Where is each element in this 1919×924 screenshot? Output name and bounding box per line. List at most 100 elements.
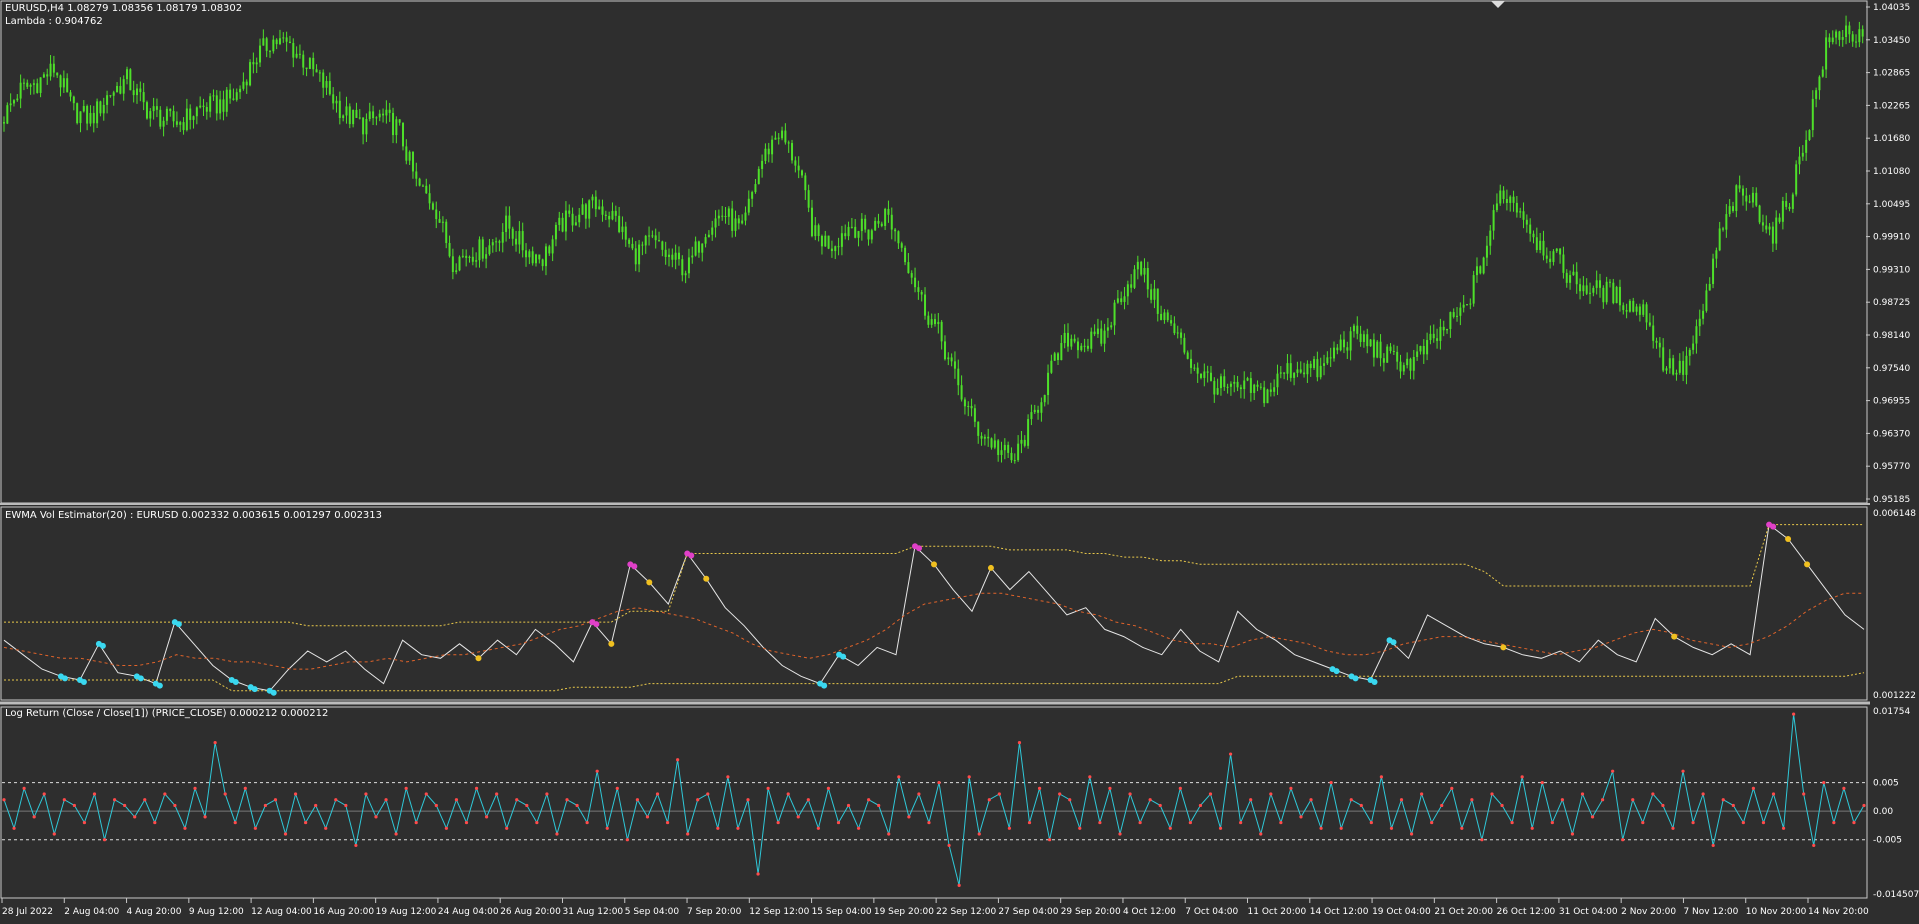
candle-body[interactable] xyxy=(1130,284,1133,288)
candle-body[interactable] xyxy=(1811,98,1814,131)
candle-body[interactable] xyxy=(1156,288,1159,314)
candle-body[interactable] xyxy=(777,137,780,139)
candle-body[interactable] xyxy=(594,196,597,210)
candle-body[interactable] xyxy=(907,262,910,274)
log-return-point[interactable] xyxy=(434,803,438,808)
candle-body[interactable] xyxy=(977,421,980,436)
candle-body[interactable] xyxy=(920,291,923,295)
log-return-point[interactable] xyxy=(635,798,640,802)
candle-body[interactable] xyxy=(1745,195,1748,202)
candle-body[interactable] xyxy=(1017,443,1020,461)
candle-body[interactable] xyxy=(1589,292,1592,294)
vol-high-marker[interactable] xyxy=(631,563,638,570)
candle-body[interactable] xyxy=(564,210,567,232)
candle-body[interactable] xyxy=(558,217,561,225)
candle-body[interactable] xyxy=(46,74,49,77)
candle-body[interactable] xyxy=(1273,387,1276,392)
log-return-point[interactable] xyxy=(384,798,388,802)
log-return-point[interactable] xyxy=(1239,820,1243,825)
candle-body[interactable] xyxy=(1791,194,1794,209)
log-return-point[interactable] xyxy=(454,798,459,802)
candle-body[interactable] xyxy=(917,287,920,292)
candle-body[interactable] xyxy=(691,255,694,258)
candle-body[interactable] xyxy=(142,92,145,103)
log-return-point[interactable] xyxy=(354,843,358,848)
candle-body[interactable] xyxy=(1063,332,1066,343)
candle-body[interactable] xyxy=(761,160,764,169)
candle-body[interactable] xyxy=(1732,206,1734,211)
candle-body[interactable] xyxy=(1263,387,1266,404)
log-return-point[interactable] xyxy=(1088,775,1092,779)
candle-body[interactable] xyxy=(1076,341,1079,351)
candle-body[interactable] xyxy=(36,83,39,93)
candle-body[interactable] xyxy=(1010,452,1013,461)
candle-body[interactable] xyxy=(392,112,395,136)
log-return-point[interactable] xyxy=(746,798,750,802)
candle-body[interactable] xyxy=(382,113,385,116)
candle-body[interactable] xyxy=(1313,359,1316,369)
candle-body[interactable] xyxy=(1845,25,1848,38)
candle-body[interactable] xyxy=(1818,76,1821,91)
candle-body[interactable] xyxy=(1858,29,1861,43)
candle-body[interactable] xyxy=(947,357,950,360)
log-return-point[interactable] xyxy=(1721,798,1725,802)
log-return-point[interactable] xyxy=(1842,786,1846,790)
log-return-point[interactable] xyxy=(1048,838,1052,842)
candle-body[interactable] xyxy=(1505,199,1508,203)
candle-body[interactable] xyxy=(1575,271,1578,285)
log-return-point[interactable] xyxy=(1631,798,1635,802)
candle-body[interactable] xyxy=(1200,373,1202,378)
candle-body[interactable] xyxy=(42,74,45,78)
candle-body[interactable] xyxy=(1529,224,1532,234)
candle-body[interactable] xyxy=(1725,214,1728,230)
candle-body[interactable] xyxy=(126,69,129,80)
candle-body[interactable] xyxy=(398,119,401,123)
candle-body[interactable] xyxy=(272,39,275,52)
log-return-point[interactable] xyxy=(595,769,599,773)
candle-body[interactable] xyxy=(145,102,148,119)
log-return-point[interactable] xyxy=(846,803,851,808)
candle-body[interactable] xyxy=(1193,367,1196,369)
log-return-point[interactable] xyxy=(22,786,26,790)
log-return-point[interactable] xyxy=(92,792,97,796)
log-return-point[interactable] xyxy=(806,798,810,802)
candle-body[interactable] xyxy=(1253,384,1256,393)
candle-body[interactable] xyxy=(488,245,491,255)
candle-body[interactable] xyxy=(668,254,670,257)
candle-body[interactable] xyxy=(890,214,893,230)
candle-body[interactable] xyxy=(1033,409,1036,413)
candle-body[interactable] xyxy=(847,226,850,237)
candle-body[interactable] xyxy=(591,196,594,201)
candle-body[interactable] xyxy=(102,104,105,114)
candle-body[interactable] xyxy=(1379,341,1382,359)
candle-body[interactable] xyxy=(431,203,434,210)
candle-body[interactable] xyxy=(970,405,973,409)
candle-body[interactable] xyxy=(235,92,238,100)
log-return-point[interactable] xyxy=(1812,843,1816,848)
candle-body[interactable] xyxy=(1336,347,1339,351)
candle-body[interactable] xyxy=(1848,25,1851,35)
candle-body[interactable] xyxy=(554,224,557,240)
candle-body[interactable] xyxy=(1126,284,1129,297)
candle-body[interactable] xyxy=(1060,342,1063,361)
log-return-point[interactable] xyxy=(696,798,700,802)
candle-body[interactable] xyxy=(787,142,790,144)
log-return-point[interactable] xyxy=(1369,820,1373,825)
candle-body[interactable] xyxy=(1283,372,1286,374)
candle-body[interactable] xyxy=(1741,188,1744,196)
log-return-point[interactable] xyxy=(1108,786,1112,790)
candle-body[interactable] xyxy=(375,117,378,119)
candle-body[interactable] xyxy=(172,111,175,122)
candle-body[interactable] xyxy=(1499,190,1502,204)
candle-body[interactable] xyxy=(1615,286,1618,304)
candle-body[interactable] xyxy=(295,53,298,58)
log-return-point[interactable] xyxy=(776,820,780,825)
log-return-point[interactable] xyxy=(163,792,167,796)
candle-body[interactable] xyxy=(781,130,784,139)
log-return-point[interactable] xyxy=(495,792,499,796)
candle-body[interactable] xyxy=(574,222,577,226)
candle-body[interactable] xyxy=(495,241,498,243)
candle-body[interactable] xyxy=(1539,240,1542,250)
candle-body[interactable] xyxy=(531,251,534,264)
log-return-point[interactable] xyxy=(223,792,227,796)
